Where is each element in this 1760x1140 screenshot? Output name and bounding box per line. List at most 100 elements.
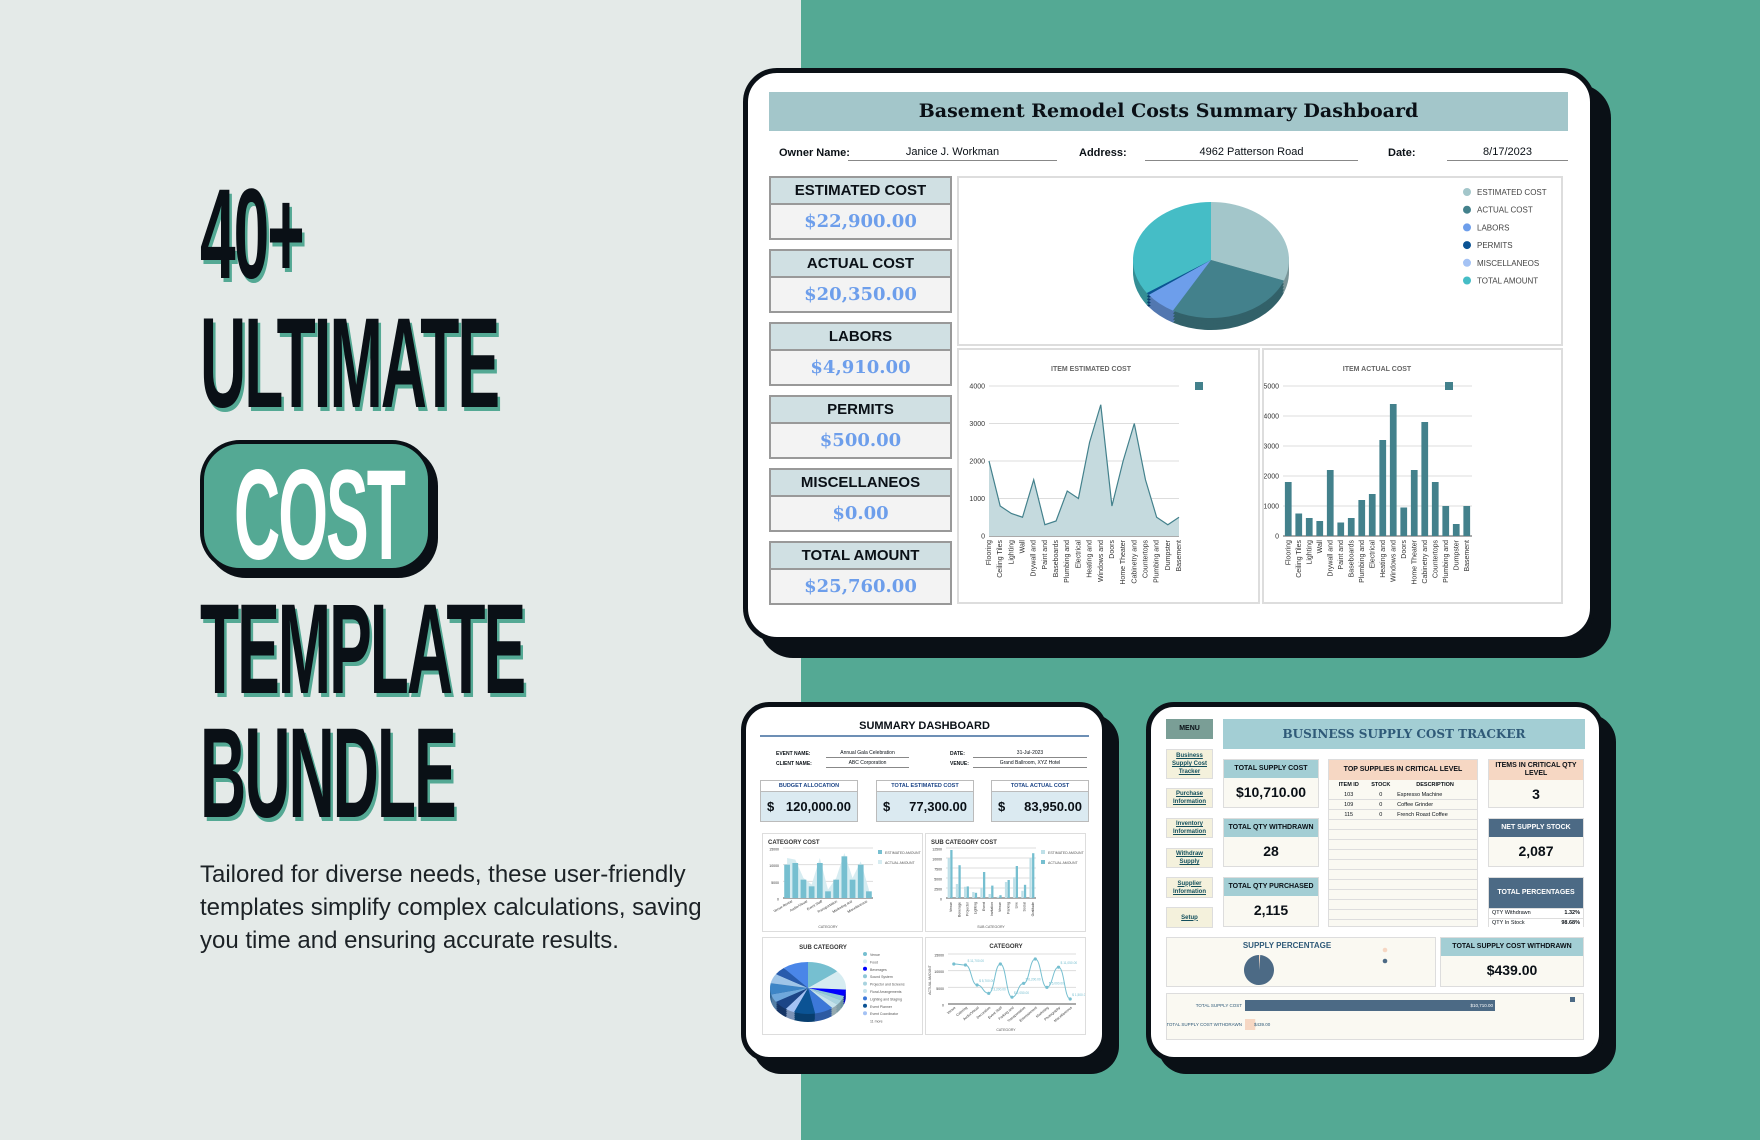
percentage-row: QTY Withdrawn 1.32% [1489, 908, 1583, 918]
x-axis-label: CATEGORY [996, 1028, 1016, 1032]
y-tick-label: 4000 [969, 384, 985, 391]
x-tick-label: Dumpster [1165, 539, 1172, 570]
legend-marker [1463, 188, 1471, 196]
y-tick-label: 3000 [969, 421, 985, 428]
x-tick-label: Lighting [1008, 540, 1015, 565]
client-name-field[interactable]: ABC Corporation [826, 760, 909, 768]
sub-category-bar [955, 884, 959, 898]
legend-label: Food [870, 960, 878, 964]
y-tick-label: 0 [777, 898, 779, 902]
chart-title: ITEM ESTIMATED COST [1051, 366, 1132, 373]
y-tick-label: 15000 [934, 954, 944, 958]
bar [1442, 506, 1450, 536]
supply-percentage-chart: SUPPLY PERCENTAGE [1243, 941, 1388, 985]
headline-40-plus: 40+ [200, 163, 305, 306]
bar [1316, 521, 1324, 536]
kpi-card: PERMITS $500.00 [769, 395, 952, 459]
total-supply-cost-value: $10,710.00 [1235, 784, 1307, 800]
percentage-label: QTY In Stock [1492, 920, 1525, 926]
address-label: Address: [1079, 147, 1127, 159]
legend-label: ESTIMATED AMOUNT [885, 851, 922, 855]
venue-label: VENUE: [950, 761, 969, 767]
y-tick-label: 0 [942, 1004, 944, 1008]
sub-category-pie-chart: SUB CATEGORY Venue Food Beverages Sound Syst… [770, 945, 905, 1024]
y-tick-label: 2500 [934, 888, 942, 892]
x-tick-label: Basement [1464, 540, 1471, 572]
event-name-field[interactable]: Annual Gala Celebration [826, 750, 909, 758]
estimated-bar [808, 886, 815, 898]
bar [1400, 507, 1408, 536]
x-tick-label: Flooring [986, 540, 993, 565]
venue-field[interactable]: Grand Ballroom, XYZ Hotel [973, 760, 1087, 768]
column-header: DESCRIPTION [1416, 782, 1454, 788]
currency-symbol: $ [883, 799, 891, 814]
chart-title: SUB CATEGORY COST [931, 840, 997, 846]
legend-marker [863, 1003, 867, 1008]
data-point [1056, 965, 1061, 969]
data-label: $ 5,000.00 [1049, 981, 1064, 985]
kpi-card: TOTAL AMOUNT $25,760.00 [769, 541, 952, 605]
owner-name-label: Owner Name: [779, 147, 850, 159]
menu-item[interactable]: Setup [1166, 907, 1213, 928]
data-point [1033, 957, 1037, 961]
total-qty-purchased-card: TOTAL QTY PURCHASED 2,115 [1223, 877, 1319, 927]
total-supply-cost-withdrawn-card: TOTAL SUPPLY COST WITHDRAWN $439.00 [1440, 937, 1584, 987]
x-tick-label: Baseboards [1053, 540, 1060, 578]
data-point [1045, 985, 1049, 989]
x-tick-label: Plumbing and [1443, 540, 1450, 583]
sub-category-bar [1004, 882, 1008, 898]
table-cell: 103 [1344, 792, 1354, 798]
percentage-label: QTY Withdrawn [1492, 910, 1531, 916]
bar [1305, 518, 1313, 536]
event-date-field[interactable]: 31-Jul-2023 [973, 750, 1087, 758]
y-tick-label: 1000 [1264, 504, 1279, 511]
x-tick-label: Windows and [1390, 540, 1397, 582]
x-tick-label: Baseboards [1348, 540, 1355, 578]
y-tick-label: 10000 [769, 864, 779, 868]
legend-marker [1382, 958, 1388, 964]
chart-title: SUPPLY PERCENTAGE [1243, 941, 1332, 950]
headline-ultimate: ULTIMATE [200, 292, 500, 435]
legend-marker [863, 974, 867, 979]
menu-button[interactable]: MENU [1166, 719, 1213, 739]
basement-dashboard-title: Basement Remodel Costs Summary Dashboard [769, 92, 1568, 131]
more-legend-link[interactable]: 11 more [870, 1020, 883, 1024]
y-tick-label: 5000 [1264, 384, 1279, 391]
menu-item[interactable]: Withdraw Supply [1166, 848, 1213, 868]
x-tick-label: Doors [1109, 540, 1116, 559]
owner-name-field[interactable]: Janice J. Workman [848, 146, 1057, 161]
bar [1347, 518, 1355, 536]
x-tick-label: Live [1015, 902, 1019, 908]
address-field[interactable]: 4962 Patterson Road [1145, 146, 1358, 161]
sub-category-bar [966, 886, 969, 898]
sub-category-bar [1007, 880, 1010, 898]
bar [1463, 506, 1471, 536]
table-row: 103 0 Espresso Machine [1329, 790, 1477, 800]
estimated-bar [866, 891, 872, 898]
critical-items-card: ITEMS IN CRITICAL QTY LEVEL 3 [1488, 759, 1584, 808]
menu-item[interactable]: Inventory Information [1166, 818, 1213, 838]
kpi-value: $0.00 [832, 503, 889, 524]
menu-item[interactable]: Supplier Information [1166, 877, 1213, 898]
percentage-row: QTY In Stock 98.68% [1489, 918, 1583, 928]
legend-marker [1445, 382, 1453, 390]
data-point [987, 991, 991, 995]
menu-item[interactable]: Purchase Information [1166, 788, 1213, 808]
description-text: Tailored for diverse needs, these user-f… [200, 861, 702, 954]
menu-item[interactable]: Business Supply Cost Tracker [1166, 749, 1213, 779]
legend-label: Beverages [870, 968, 887, 972]
x-tick-label: Drywall and [1327, 540, 1334, 577]
total-supply-cost-card: TOTAL SUPPLY COST $10,710.00 [1223, 759, 1319, 808]
y-tick-label: 15000 [769, 848, 779, 852]
x-tick-label: Ceiling Tiles [997, 540, 1004, 578]
legend-marker [863, 981, 867, 986]
event-kpi-value: 120,000.00 [785, 799, 851, 814]
x-tick-label: Electrical [1075, 540, 1082, 569]
date-field[interactable]: 8/17/2023 [1447, 146, 1568, 161]
event-kpi-card: BUDGET ALLOCATION $120,000.00 [760, 780, 858, 822]
x-tick-label: Plumbing and [1154, 540, 1161, 583]
y-tick-label: 10000 [934, 970, 944, 974]
bar [1431, 482, 1439, 536]
percentage-value: 1.32% [1564, 910, 1580, 916]
y-tick-label: 3000 [1264, 444, 1279, 451]
